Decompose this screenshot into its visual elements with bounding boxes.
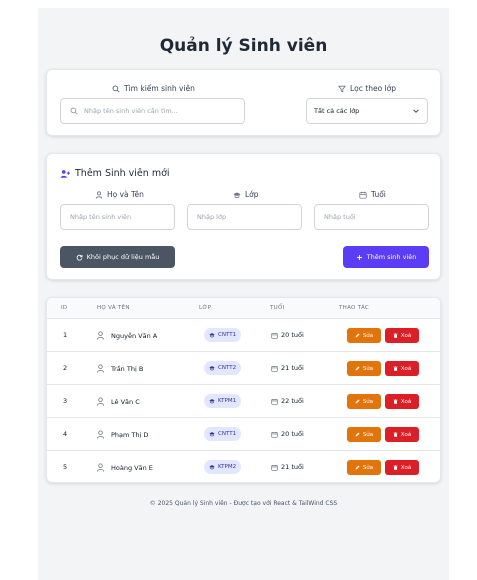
filter-label: Lọc theo lớp xyxy=(338,84,396,93)
row-id: 2 xyxy=(63,364,68,372)
refresh-icon xyxy=(76,254,83,260)
header-name: HỌ VÀ TÊN xyxy=(97,305,130,311)
calendar-icon xyxy=(271,431,278,438)
class-badge: CNTT1 xyxy=(204,328,242,342)
table-row-5: 5 Hoàng Văn E KTPM2 21 tuổi Sửa Xoá xyxy=(47,451,440,482)
calendar-icon xyxy=(271,332,278,339)
row-name: Nguyễn Văn A xyxy=(96,331,157,340)
table-header: ID HỌ VÀ TÊN LỚP TUỔI THAO TÁC xyxy=(47,298,440,319)
row-id: 1 xyxy=(63,331,68,339)
search-placeholder: Nhập tên sinh viên cần tìm... xyxy=(84,107,178,115)
user-icon xyxy=(96,364,105,373)
search-label: Tìm kiếm sinh viên xyxy=(112,84,195,93)
age-input[interactable]: Nhập tuổi xyxy=(314,204,429,230)
calendar-icon xyxy=(359,191,367,199)
header-class: LỚP xyxy=(199,305,212,311)
user-icon xyxy=(96,430,105,439)
delete-button[interactable]: Xoá xyxy=(385,460,419,475)
plus-icon xyxy=(356,254,362,260)
row-id: 3 xyxy=(63,397,68,405)
class-filter-value: Tất cả các lớp xyxy=(314,107,360,115)
trash-icon xyxy=(393,432,398,437)
graduation-cap-icon xyxy=(209,399,215,404)
pencil-icon xyxy=(355,333,360,338)
edit-button[interactable]: Sửa xyxy=(347,460,381,475)
edit-button[interactable]: Sửa xyxy=(347,427,381,442)
table-row-3: 3 Lê Văn C KTPM1 22 tuổi Sửa Xoá xyxy=(47,385,440,418)
row-name: Trần Thị B xyxy=(96,364,143,373)
class-badge: CNTT2 xyxy=(204,361,242,375)
graduation-cap-icon xyxy=(209,432,215,437)
page-title: Quản lý Sinh viên xyxy=(159,36,328,56)
search-icon xyxy=(112,84,120,93)
calendar-icon xyxy=(271,365,278,372)
user-icon xyxy=(96,397,105,406)
row-age: 21 tuổi xyxy=(271,463,304,471)
delete-button[interactable]: Xoá xyxy=(385,361,419,376)
add-student-card: Thêm Sinh viên mới Họ và Tên Nhập tên si… xyxy=(46,153,441,280)
header-actions: THAO TÁC xyxy=(339,305,370,311)
header-id: ID xyxy=(61,305,68,311)
user-icon xyxy=(96,331,105,340)
restore-sample-data-button[interactable]: Khôi phục dữ liệu mẫu xyxy=(60,246,175,268)
age-label: Tuổi xyxy=(359,190,386,199)
graduation-cap-icon xyxy=(209,366,215,371)
row-id: 4 xyxy=(63,430,68,438)
form-title: Thêm Sinh viên mới xyxy=(60,168,170,179)
delete-button[interactable]: Xoá xyxy=(385,427,419,442)
search-input[interactable]: Nhập tên sinh viên cần tìm... xyxy=(60,98,245,124)
table-row-4: 4 Phạm Thị D CNTT1 20 tuổi Sửa Xoá xyxy=(47,418,440,451)
table-row-1: 1 Nguyễn Văn A CNTT1 20 tuổi Sửa Xoá xyxy=(47,319,440,352)
graduation-cap-icon xyxy=(209,333,215,338)
pencil-icon xyxy=(355,432,360,437)
user-plus-icon xyxy=(60,169,70,178)
graduation-cap-icon xyxy=(233,191,241,198)
class-filter-select[interactable]: Tất cả các lớp xyxy=(306,98,428,124)
trash-icon xyxy=(393,399,398,404)
edit-button[interactable]: Sửa xyxy=(347,361,381,376)
row-name: Lê Văn C xyxy=(96,397,140,406)
students-table: ID HỌ VÀ TÊN LỚP TUỔI THAO TÁC 1 Nguyễn … xyxy=(46,297,441,483)
row-age: 20 tuổi xyxy=(271,430,304,438)
pencil-icon xyxy=(355,465,360,470)
name-input[interactable]: Nhập tên sinh viên xyxy=(60,204,175,230)
name-label: Họ và Tên xyxy=(95,190,144,199)
table-row-2: 2 Trần Thị B CNTT2 21 tuổi Sửa Xoá xyxy=(47,352,440,385)
trash-icon xyxy=(393,333,398,338)
class-badge: KTPM2 xyxy=(204,460,242,474)
class-label: Lớp xyxy=(233,190,259,199)
search-icon xyxy=(70,107,78,115)
pencil-icon xyxy=(355,399,360,404)
edit-button[interactable]: Sửa xyxy=(347,328,381,343)
row-age: 22 tuổi xyxy=(271,397,304,405)
row-age: 21 tuổi xyxy=(271,364,304,372)
row-name: Phạm Thị D xyxy=(96,430,148,439)
row-id: 5 xyxy=(63,463,68,471)
filter-icon xyxy=(338,85,346,92)
class-input[interactable]: Nhập lớp xyxy=(187,204,302,230)
calendar-icon xyxy=(271,398,278,405)
delete-button[interactable]: Xoá xyxy=(385,394,419,409)
header-age: TUỔI xyxy=(270,305,285,311)
chevron-down-icon xyxy=(413,109,419,113)
class-badge: CNTT1 xyxy=(204,427,242,441)
edit-button[interactable]: Sửa xyxy=(347,394,381,409)
row-name: Hoàng Văn E xyxy=(96,463,153,472)
row-age: 20 tuổi xyxy=(271,331,304,339)
footer: © 2025 Quản lý Sinh viên - Được tạo với … xyxy=(149,500,338,507)
app-container: Quản lý Sinh viên Tìm kiếm sinh viên Nhậ… xyxy=(38,8,449,580)
graduation-cap-icon xyxy=(209,465,215,470)
class-badge: KTPM1 xyxy=(204,394,242,408)
user-icon xyxy=(95,190,103,199)
trash-icon xyxy=(393,465,398,470)
delete-button[interactable]: Xoá xyxy=(385,328,419,343)
calendar-icon xyxy=(271,464,278,471)
search-card: Tìm kiếm sinh viên Nhập tên sinh viên cầ… xyxy=(46,69,441,136)
trash-icon xyxy=(393,366,398,371)
pencil-icon xyxy=(355,366,360,371)
user-icon xyxy=(96,463,105,472)
add-student-button[interactable]: Thêm sinh viên xyxy=(343,246,429,268)
